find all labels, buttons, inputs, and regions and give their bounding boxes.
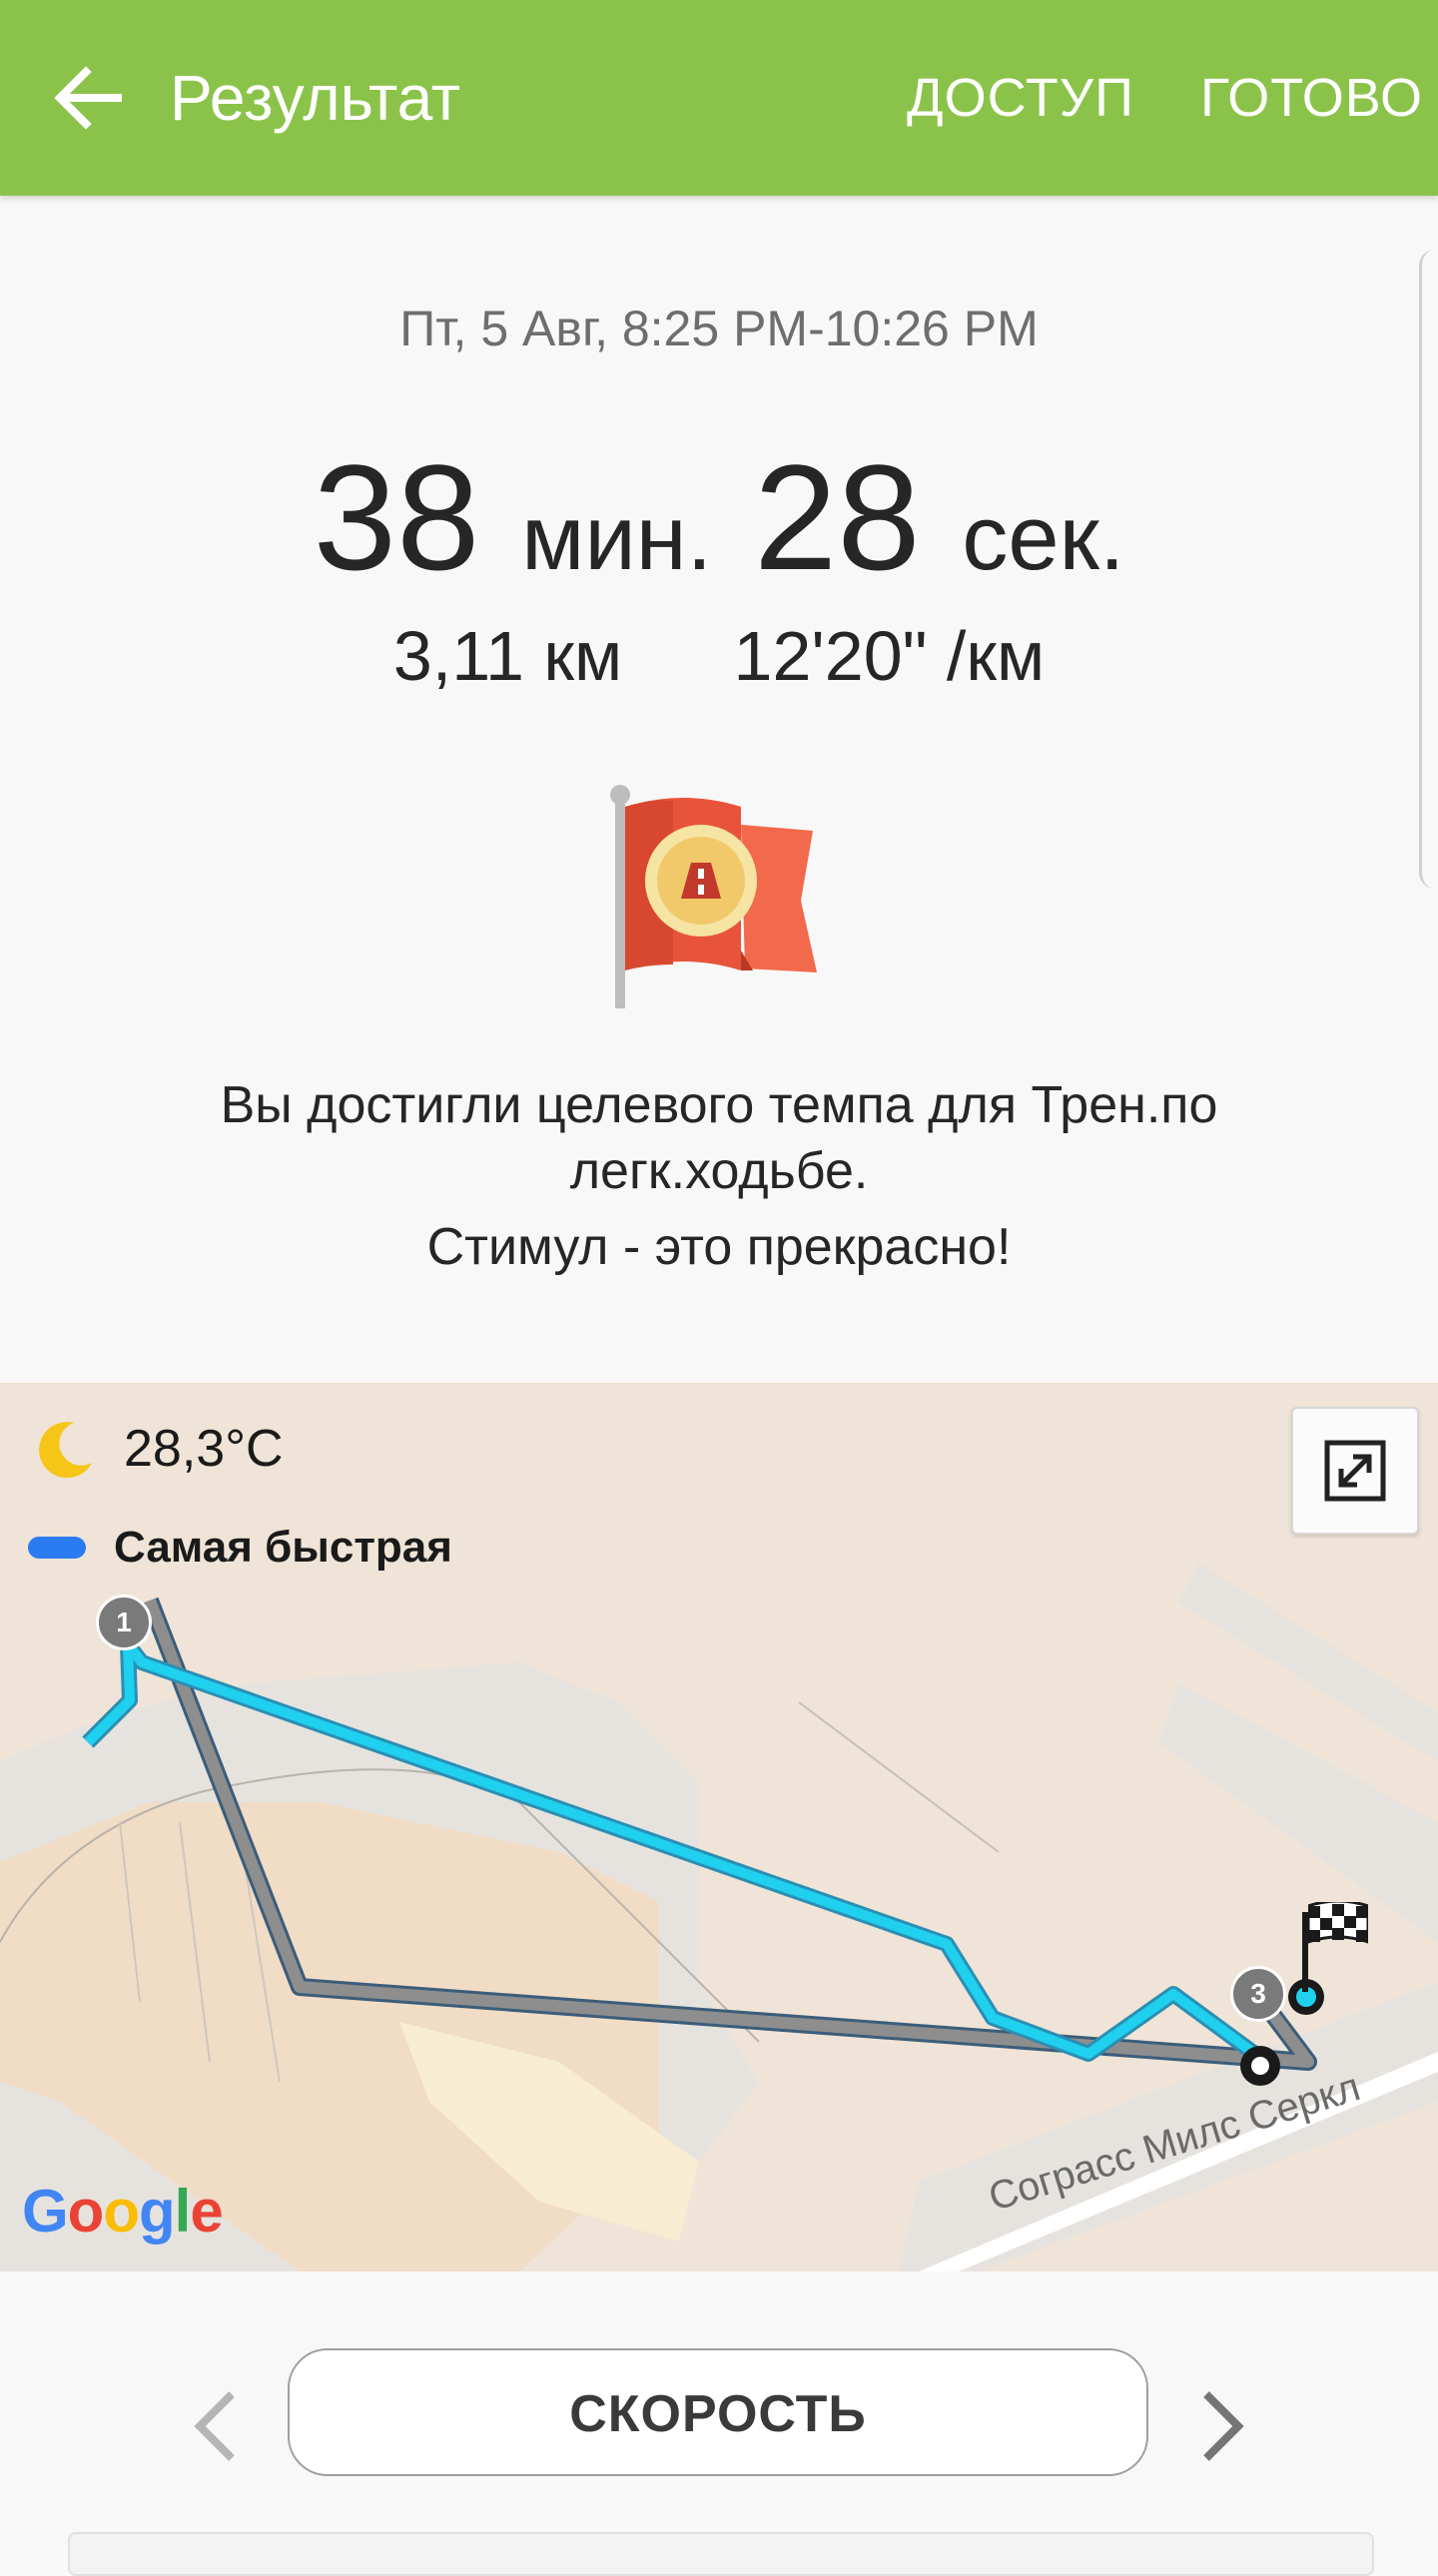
duration-seconds-unit: сек. [962,487,1125,589]
metric-selector-button[interactable]: СКОРОСТЬ [288,2348,1148,2476]
pace-value: 12'20" /км [733,617,1046,695]
workout-duration: 38 мин. 28 сек. [0,437,1438,618]
lap-marker-1[interactable]: 1 [96,1595,152,1650]
speed-chart-card [68,2532,1374,2576]
temperature: 28,3°C [124,1420,284,1478]
weather-info: 28,3°C [34,1409,284,1489]
target-pace-flag-icon [603,781,835,1012]
share-button[interactable]: ДОСТУП [907,66,1134,130]
distance-value: 3,11 км [392,617,623,695]
achievement-message: Вы достигли целевого темпа для Трен.по л… [120,1072,1318,1280]
lap-marker-3-label: 3 [1250,1978,1266,2009]
workout-datetime: Пт, 5 Авг, 8:25 PM-10:26 PM [399,301,1039,356]
legend-swatch [28,1537,86,1559]
lap-marker-1-label: 1 [116,1607,132,1637]
achievement-message-line2: Стимул - это прекрасно! [426,1218,1012,1276]
back-button[interactable] [40,50,136,146]
workout-stats: 3,11 км 12'20" /км [0,616,1438,696]
chevron-left-icon [194,2391,235,2461]
chevron-right-icon [1203,2391,1244,2461]
duration-seconds: 28 [753,433,921,601]
expand-icon [1324,1440,1386,1502]
moon-icon [39,1422,92,1479]
page-title: Результат [170,62,461,134]
next-metric-button[interactable] [1194,2386,1250,2466]
done-button[interactable]: ГОТОВО [1200,66,1423,130]
duration-minutes-unit: мин. [521,487,713,589]
app-bar: Результат ДОСТУП ГОТОВО [0,0,1438,196]
previous-metric-button[interactable] [188,2386,244,2466]
legend-label: Самая быстрая [114,1523,452,1572]
duration-minutes: 38 [313,433,480,601]
google-logo: Google [22,2178,224,2245]
route-legend: Самая быстрая [28,1523,452,1573]
lap-marker-3[interactable]: 3 [1230,1966,1286,2022]
route-map[interactable]: 1 3 28,3°C Самая быстрая Google Сограсс … [0,1383,1438,2271]
achievement-message-line1: Вы достигли целевого темпа для Трен.по л… [220,1076,1218,1200]
expand-map-button[interactable] [1291,1407,1419,1535]
back-arrow-icon [54,66,122,130]
finish-flag-icon [1308,1902,1368,1944]
